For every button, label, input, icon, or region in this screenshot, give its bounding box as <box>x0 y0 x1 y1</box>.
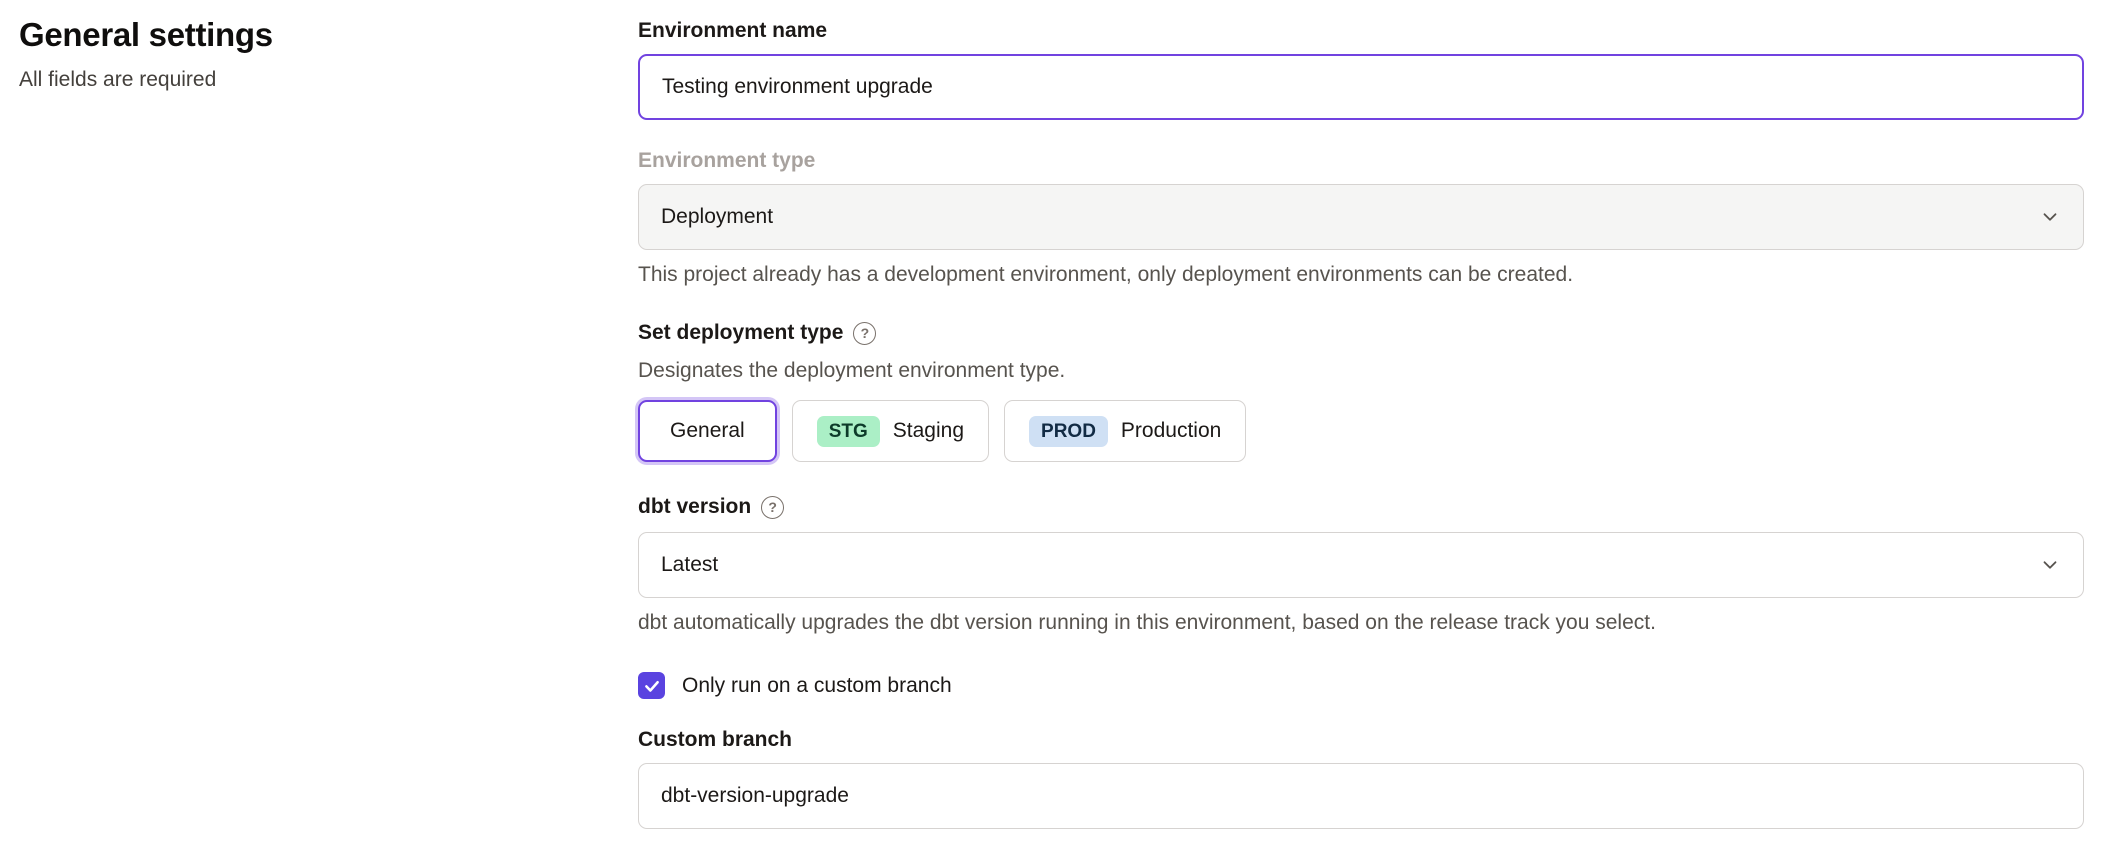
custom-branch-toggle[interactable]: Only run on a custom branch <box>638 672 2084 699</box>
deployment-type-staging-button[interactable]: STG Staging <box>792 400 989 462</box>
settings-header: General settings All fields are required <box>19 16 579 92</box>
custom-branch-toggle-label: Only run on a custom branch <box>682 674 952 698</box>
deployment-type-label: Set deployment type <box>638 320 843 346</box>
deployment-type-help-text: Designates the deployment environment ty… <box>638 358 2084 384</box>
dbt-version-label-row: dbt version ? <box>638 494 2084 520</box>
deployment-type-production-button[interactable]: PROD Production <box>1004 400 1246 462</box>
environment-settings-form: Environment name Environment type Deploy… <box>638 0 2084 829</box>
dbt-version-select[interactable]: Latest <box>638 532 2084 598</box>
dbt-version-help-text: dbt automatically upgrades the dbt versi… <box>638 610 2084 636</box>
check-icon <box>643 677 661 695</box>
dbt-version-label: dbt version <box>638 494 751 520</box>
environment-type-select[interactable]: Deployment <box>638 184 2084 250</box>
environment-name-label: Environment name <box>638 18 2084 44</box>
deployment-type-general-button[interactable]: General <box>638 400 777 462</box>
environment-type-label: Environment type <box>638 148 2084 174</box>
environment-type-help-text: This project already has a development e… <box>638 262 2084 288</box>
deployment-type-label-row: Set deployment type ? <box>638 320 2084 346</box>
environment-type-value: Deployment <box>661 205 773 229</box>
environment-name-input[interactable] <box>638 54 2084 120</box>
help-icon[interactable]: ? <box>761 496 784 519</box>
page-title: General settings <box>19 16 579 54</box>
deployment-type-staging-label: Staging <box>893 419 964 443</box>
dbt-version-value: Latest <box>661 553 718 577</box>
deployment-type-production-label: Production <box>1121 419 1221 443</box>
staging-badge: STG <box>817 416 880 447</box>
chevron-down-icon <box>2039 206 2061 228</box>
checkbox-checked-icon[interactable] <box>638 672 665 699</box>
custom-branch-label: Custom branch <box>638 727 2084 753</box>
deployment-type-general-label: General <box>670 419 745 443</box>
chevron-down-icon <box>2039 554 2061 576</box>
production-badge: PROD <box>1029 416 1108 447</box>
custom-branch-input[interactable] <box>638 763 2084 829</box>
deployment-type-options: General STG Staging PROD Production <box>638 400 2084 462</box>
help-icon[interactable]: ? <box>853 322 876 345</box>
page-subtitle: All fields are required <box>19 68 579 92</box>
